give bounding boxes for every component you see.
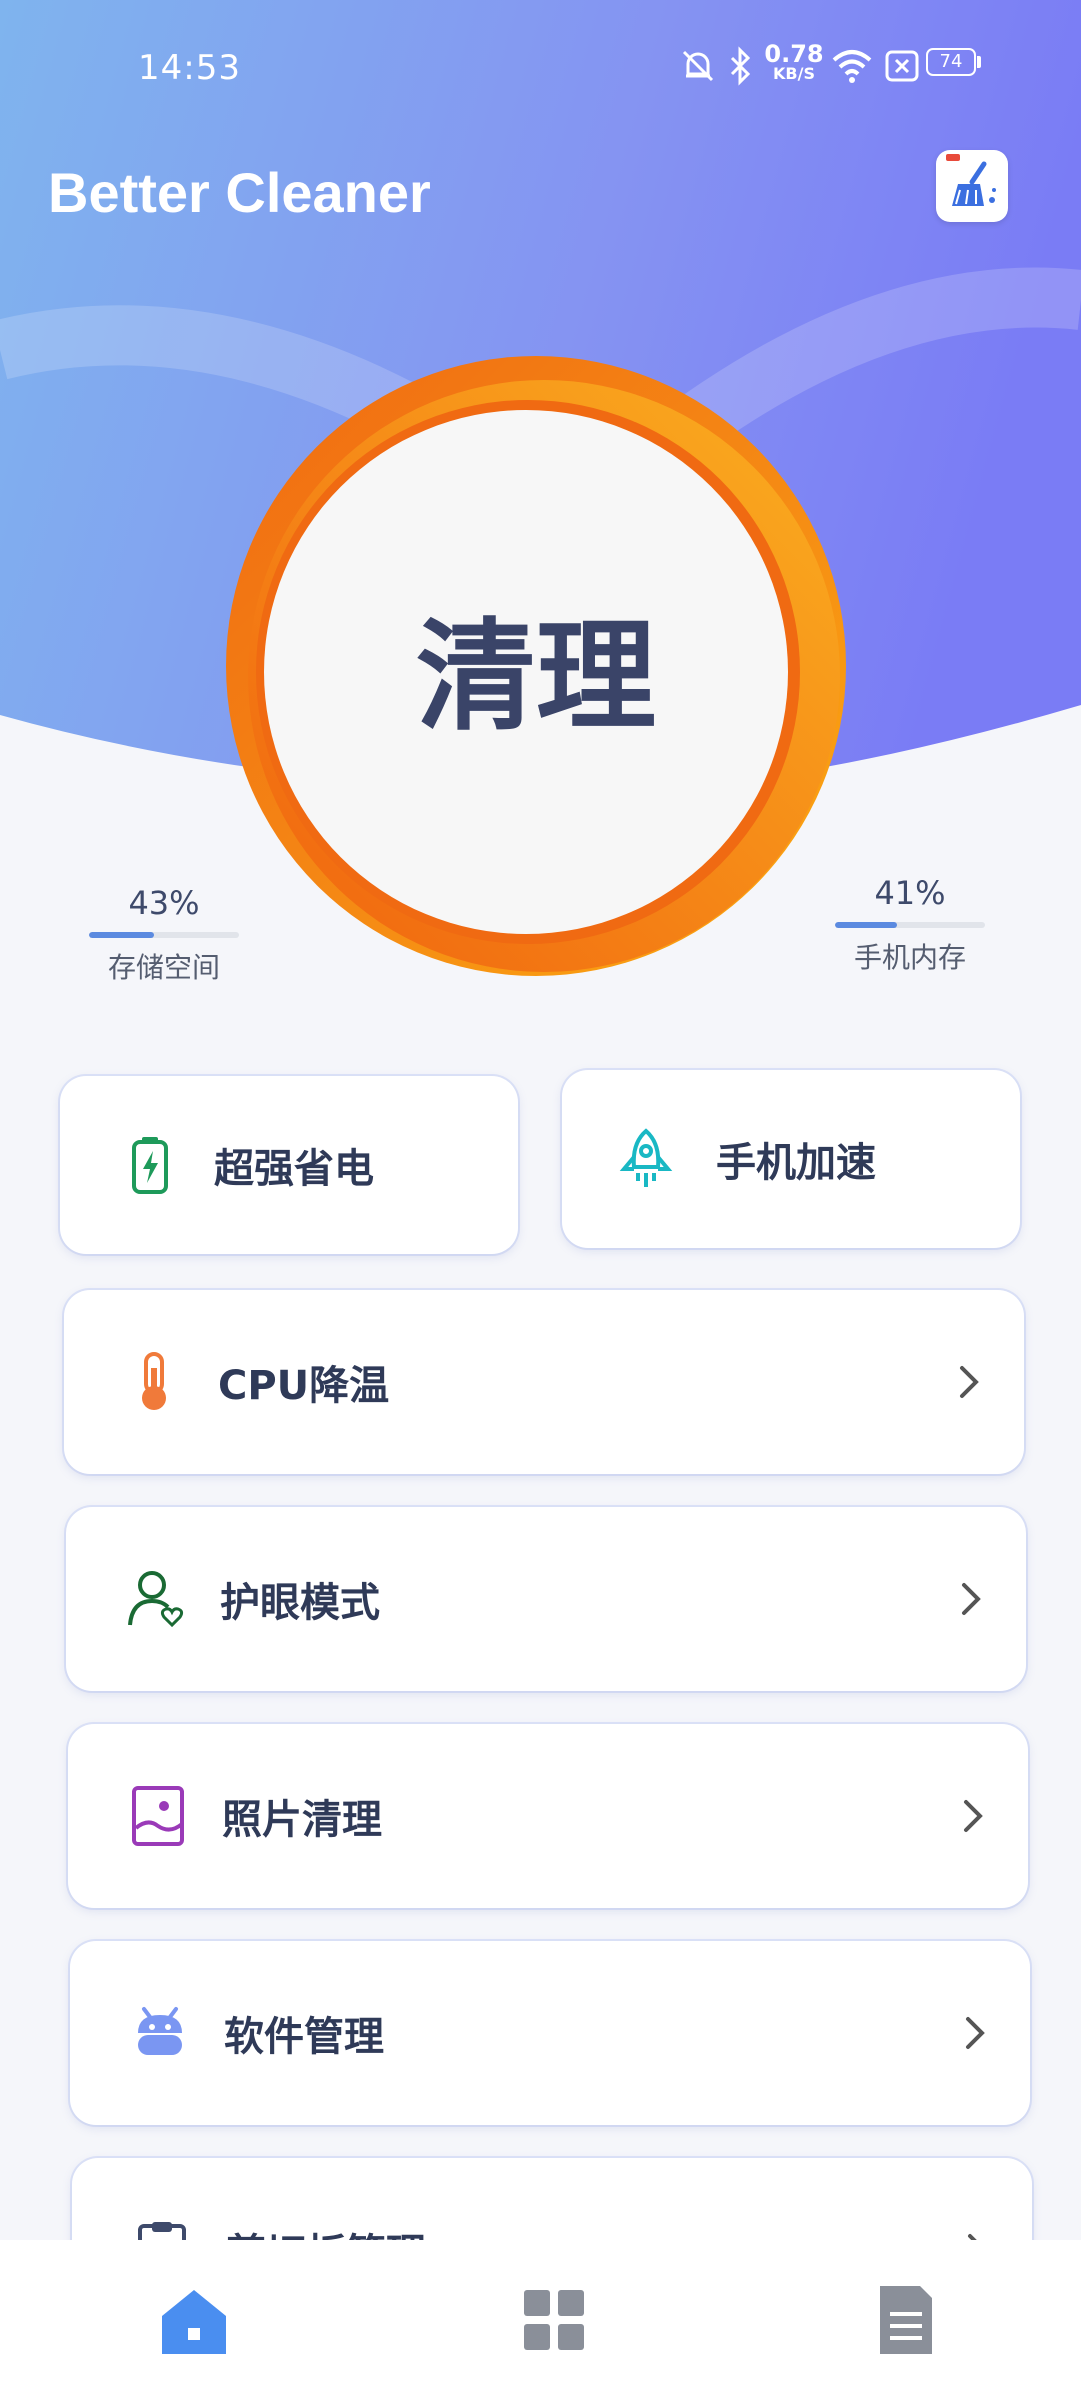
- storage-progress-fill: [89, 932, 154, 938]
- bottom-navigation: [0, 2240, 1081, 2403]
- menu-item-cpu-cooling[interactable]: CPU降温: [64, 1290, 1024, 1474]
- memory-stat: 41% 手机内存: [830, 874, 990, 976]
- bluetooth-icon: [730, 46, 751, 86]
- app-title: Better Cleaner: [48, 161, 431, 224]
- network-speed: 0.78 KB/S: [764, 42, 824, 82]
- chevron-right-icon: [960, 1366, 979, 1398]
- nav-docs[interactable]: [866, 2280, 946, 2360]
- menu-item-photo-cleanup[interactable]: 照片清理: [68, 1724, 1028, 1908]
- storage-stat: 43% 存储空间: [84, 884, 244, 986]
- broom-icon: [946, 154, 996, 206]
- battery-level: 74: [939, 51, 963, 72]
- home-icon: [162, 2290, 226, 2354]
- battery-tip: [977, 56, 981, 68]
- phone-boost-card[interactable]: 手机加速: [562, 1070, 1020, 1248]
- nav-home[interactable]: [154, 2280, 234, 2360]
- memory-label: 手机内存: [853, 941, 966, 974]
- thermometer-icon: [142, 1352, 166, 1410]
- status-time: 14:53: [138, 48, 241, 88]
- power-saving-card[interactable]: 超强省电: [60, 1076, 518, 1254]
- network-speed-unit: KB/S: [773, 64, 815, 83]
- photo-icon: [132, 1786, 184, 1846]
- phone-boost-label: 手机加速: [716, 1140, 876, 1186]
- grid-icon: [524, 2290, 584, 2350]
- chevron-right-icon: [966, 2017, 985, 2049]
- status-bar: 14:53 0.78 KB/S 74: [0, 0, 1081, 140]
- chevron-right-icon: [964, 1800, 983, 1832]
- rocket-icon: [619, 1128, 673, 1187]
- storage-percent: 43%: [128, 884, 200, 922]
- menu-item-label: CPU降温: [218, 1363, 390, 1409]
- menu-item-label: 护眼模式: [220, 1580, 380, 1626]
- user-heart-icon: [128, 1571, 184, 1628]
- sim-disabled-icon: [885, 50, 919, 82]
- chevron-right-icon: [962, 1583, 981, 1615]
- wifi-icon: [832, 50, 872, 83]
- menu-item-app-management[interactable]: 软件管理: [70, 1941, 1030, 2125]
- menu-item-label: 照片清理: [222, 1797, 382, 1843]
- memory-progress-fill: [835, 922, 897, 928]
- menu-item-label: 软件管理: [224, 2014, 384, 2060]
- clean-label: 清理: [416, 608, 656, 747]
- storage-label: 存储空间: [107, 951, 220, 984]
- memory-percent: 41%: [874, 874, 946, 912]
- memory-progress-track: [835, 922, 985, 928]
- clean-button[interactable]: 清理: [222, 352, 850, 980]
- app-logo-button[interactable]: [936, 150, 1008, 222]
- power-saving-label: 超强省电: [214, 1146, 374, 1192]
- android-icon: [138, 2007, 182, 2055]
- mute-bell-icon: [682, 50, 714, 82]
- nav-apps[interactable]: [514, 2280, 594, 2360]
- menu-item-eye-protection[interactable]: 护眼模式: [66, 1507, 1026, 1691]
- network-speed-value: 0.78: [764, 40, 824, 68]
- storage-progress-track: [89, 932, 239, 938]
- battery-charge-icon: [132, 1137, 168, 1194]
- battery-icon: 74: [926, 48, 976, 76]
- document-icon: [880, 2286, 932, 2354]
